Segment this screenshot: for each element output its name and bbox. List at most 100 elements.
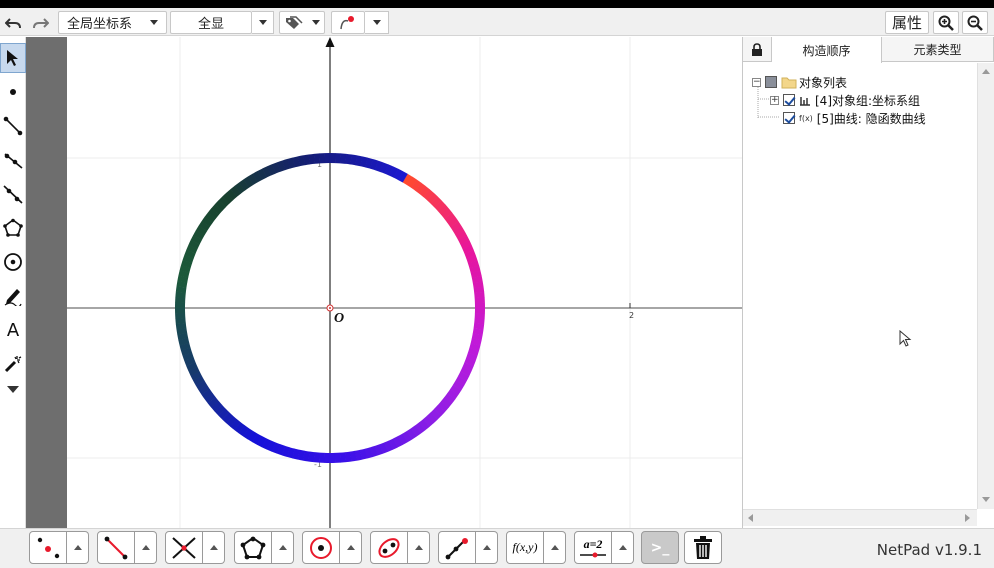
origin-point-center — [329, 307, 331, 309]
slider-icon — [580, 552, 606, 558]
horizontal-scrollbar[interactable] — [743, 509, 977, 526]
scroll-up-icon[interactable] — [982, 69, 990, 74]
more-tools-button[interactable] — [0, 377, 26, 401]
curve-segment — [384, 440, 394, 452]
object-panel: 构造顺序 元素类型 − 对象列表 + [4]对象组:坐标系组 f(x) [5]曲… — [742, 37, 994, 528]
measure-tool-button[interactable] — [438, 531, 476, 564]
curve-segment — [218, 408, 230, 420]
magic-wand-icon — [4, 356, 22, 373]
curve-segment — [188, 239, 200, 250]
curve-segment — [444, 212, 456, 223]
zoom-in-button[interactable] — [933, 11, 959, 34]
curve-segment — [186, 362, 198, 372]
redo-button[interactable] — [30, 11, 52, 34]
coord-system-select[interactable]: 全局坐标系 — [58, 11, 167, 34]
trace-dropdown[interactable] — [365, 11, 389, 34]
item-checkbox[interactable] — [783, 112, 795, 124]
chevron-up-icon — [346, 545, 355, 550]
points-tool-dropdown[interactable] — [67, 531, 89, 564]
scroll-left-icon[interactable] — [748, 514, 753, 522]
vertical-scrollbar[interactable] — [977, 63, 994, 509]
root-checkbox[interactable] — [765, 76, 777, 88]
curve-segment — [297, 449, 305, 461]
tab-construction-order[interactable]: 构造顺序 — [772, 37, 882, 63]
select-tool[interactable] — [0, 43, 26, 73]
curve-segment — [195, 225, 208, 236]
measure-tool-icon — [445, 537, 468, 559]
polygon-tool[interactable] — [0, 213, 26, 243]
parameter-tool-dropdown[interactable] — [612, 531, 634, 564]
properties-button[interactable]: 属性 — [885, 11, 929, 34]
curve-segment — [195, 380, 208, 391]
conic-tool-button[interactable] — [370, 531, 408, 564]
segment-tool-dropdown[interactable] — [135, 531, 157, 564]
curve-segment — [440, 397, 453, 408]
intersection-tool-button[interactable] — [165, 531, 203, 564]
curve-segment — [437, 401, 449, 412]
scroll-down-icon[interactable] — [982, 497, 990, 502]
tree-root[interactable]: − 对象列表 — [752, 74, 847, 90]
tag-button[interactable] — [279, 11, 325, 34]
text-tool[interactable]: A — [0, 315, 26, 345]
view-mode-dropdown[interactable] — [252, 11, 274, 34]
x-tick-label: 2 — [629, 311, 634, 320]
command-tool-button[interactable]: >_ — [641, 531, 679, 564]
segment-tool-icon — [104, 536, 128, 559]
view-mode-button[interactable]: 全显 — [170, 11, 252, 34]
function-tool-button[interactable]: f(x,y) — [506, 531, 544, 564]
top-toolbar: 全局坐标系 全显 属性 — [0, 8, 994, 36]
curve-segment — [437, 204, 449, 216]
collapse-icon[interactable]: − — [752, 77, 761, 87]
curve-segment — [188, 366, 200, 376]
circle-tool-dropdown[interactable] — [340, 531, 362, 564]
polygon-tool-dropdown[interactable] — [272, 531, 294, 564]
curve-segment — [271, 162, 281, 174]
plot-svg[interactable]: 2 1 -1 O — [67, 37, 742, 528]
scroll-right-icon[interactable] — [965, 514, 970, 522]
circle-icon — [4, 253, 22, 271]
function-tool-dropdown[interactable] — [544, 531, 566, 564]
tab-element-type[interactable]: 元素类型 — [882, 37, 994, 62]
expand-icon[interactable]: + — [770, 95, 779, 105]
polygon-tool-button[interactable] — [234, 531, 272, 564]
conic-tool-icon — [378, 537, 400, 558]
curve-segment — [349, 450, 357, 462]
circle-tool-group — [302, 531, 362, 564]
circle-tool-button[interactable] — [302, 531, 340, 564]
circle-tool[interactable] — [0, 247, 26, 277]
curve-segment — [238, 179, 250, 191]
curve-segment — [287, 447, 295, 459]
intersection-tool-icon — [172, 536, 196, 559]
curve-segment — [411, 179, 422, 191]
drawing-canvas[interactable]: 2 1 -1 O — [67, 37, 742, 528]
curve-segment — [472, 328, 484, 336]
lock-button[interactable] — [743, 37, 772, 62]
undo-button[interactable] — [2, 11, 24, 34]
point-tool[interactable] — [0, 77, 26, 107]
pen-tool[interactable] — [0, 281, 26, 311]
curve-segment — [211, 204, 223, 215]
measure-tool-dropdown[interactable] — [476, 531, 498, 564]
tree-item[interactable]: f(x) [5]曲线: 隐函数曲线 — [783, 110, 926, 126]
curve-segment — [222, 192, 234, 204]
line-tool[interactable] — [0, 179, 26, 209]
parameter-tool-button[interactable]: a=2 — [574, 531, 612, 564]
tree-item[interactable]: + [4]对象组:坐标系组 — [770, 92, 920, 108]
points-tool-button[interactable] — [29, 531, 67, 564]
conic-tool-dropdown[interactable] — [408, 531, 430, 564]
trace-button[interactable] — [331, 11, 365, 34]
curve-segment — [384, 164, 394, 176]
item-checkbox[interactable] — [783, 94, 795, 106]
magic-wand-tool[interactable] — [0, 349, 26, 379]
curve-segment — [184, 249, 196, 259]
intersection-tool-dropdown[interactable] — [203, 531, 225, 564]
curve-segment — [430, 408, 442, 420]
ray-tool[interactable] — [0, 145, 26, 175]
segment-tool[interactable] — [0, 111, 26, 141]
segment-tool-button[interactable] — [97, 531, 135, 564]
curve-segment — [450, 221, 462, 232]
delete-button[interactable] — [684, 531, 722, 564]
curve-segment — [230, 418, 241, 431]
zoom-out-button[interactable] — [962, 11, 988, 34]
curve-segment — [434, 200, 446, 212]
